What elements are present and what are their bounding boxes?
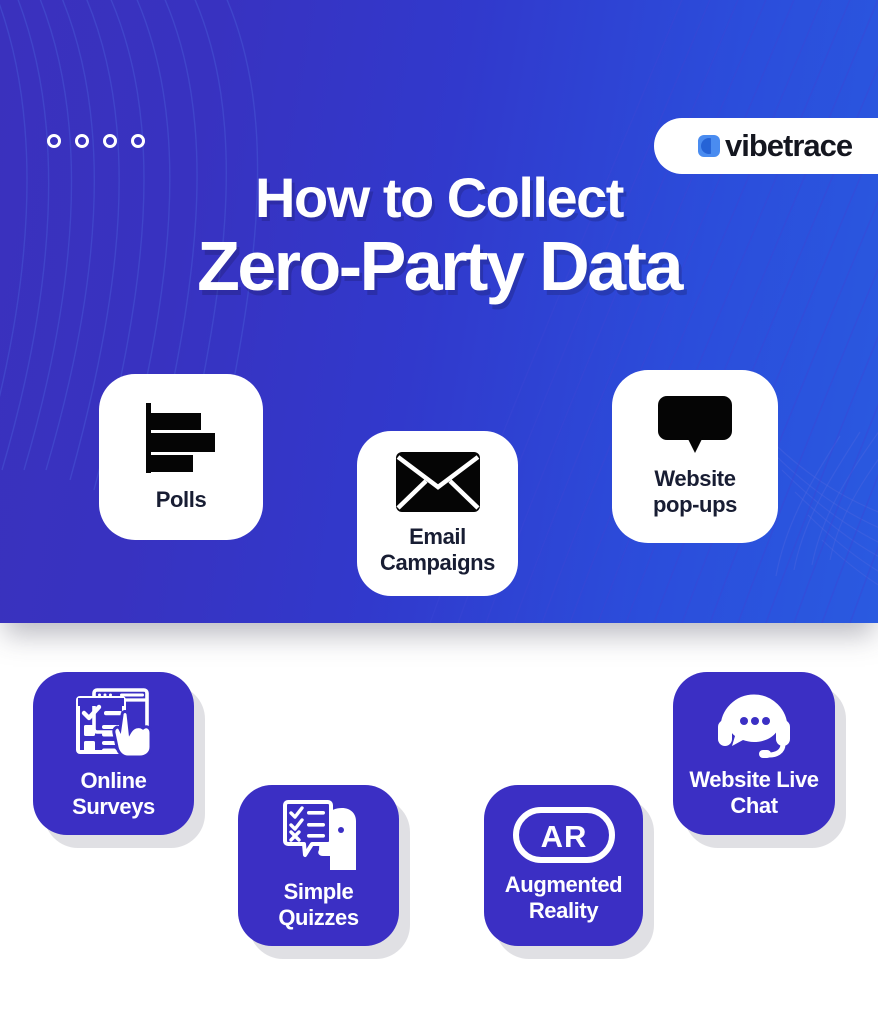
card-email-campaigns[interactable]: Email Campaigns [357, 431, 518, 596]
decorative-dots [47, 134, 145, 148]
card-online-surveys-label: Online Surveys [72, 767, 155, 819]
ar-badge-icon: AR [512, 806, 615, 863]
card-website-live-chat[interactable]: Website Live Chat [673, 672, 835, 835]
decor-dot-icon [103, 134, 117, 148]
speech-bubble-icon [657, 395, 733, 455]
svg-text:AR: AR [540, 819, 587, 854]
card-augmented-reality[interactable]: AR Augmented Reality [484, 785, 643, 946]
vibetrace-logo-mark-icon [698, 135, 720, 157]
card-simple-quizzes[interactable]: Simple Quizzes [238, 785, 399, 946]
card-email-campaigns-label: Email Campaigns [380, 524, 495, 575]
card-simple-quizzes-label: Simple Quizzes [278, 878, 359, 930]
headset-chat-icon [716, 688, 792, 758]
page-title: How to Collect Zero-Party Data [0, 166, 878, 306]
survey-checklist-hand-icon [75, 687, 152, 759]
title-line-1: How to Collect [255, 166, 624, 229]
card-polls-label: Polls [155, 487, 207, 513]
decor-dot-icon [131, 134, 145, 148]
decor-dot-icon [47, 134, 61, 148]
card-augmented-reality-label: Augmented Reality [504, 871, 623, 923]
brand-logo-pill[interactable]: vibetrace [654, 118, 878, 174]
brand-name: vibetrace [725, 128, 853, 163]
envelope-icon [395, 451, 481, 513]
card-polls[interactable]: Polls [99, 374, 263, 540]
card-website-popups-label: Website pop-ups [653, 466, 737, 517]
title-line-2: Zero-Party Data [197, 227, 683, 306]
hero-section: vibetrace How to Collect Zero-Party Data… [0, 0, 878, 623]
card-online-surveys[interactable]: Online Surveys [33, 672, 194, 835]
quiz-head-checklist-icon [282, 799, 356, 870]
card-website-popups[interactable]: Website pop-ups [612, 370, 778, 543]
decor-dot-icon [75, 134, 89, 148]
card-website-live-chat-label: Website Live Chat [689, 766, 819, 818]
bar-chart-icon [141, 401, 221, 475]
infographic-canvas: vibetrace How to Collect Zero-Party Data… [0, 0, 878, 1024]
